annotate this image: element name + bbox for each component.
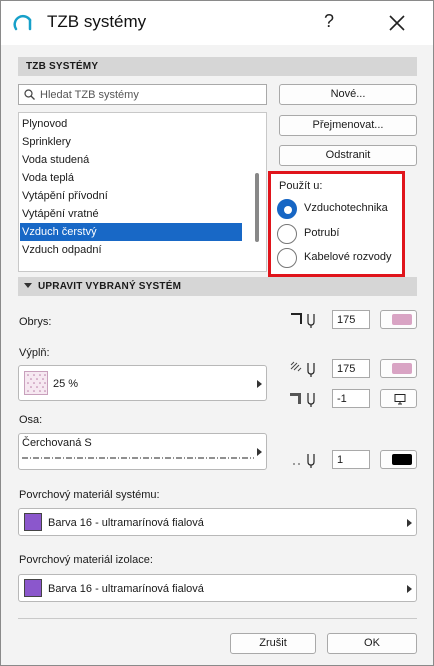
tzb-systems-dialog: TZB systémy ? TZB SYSTÉMY Nové... Přejme… <box>0 0 434 666</box>
use-in-group: Použít u: Vzduchotechnika Potrubí Kabelo… <box>268 171 405 277</box>
monitor-icon <box>394 394 406 405</box>
search-input[interactable] <box>40 88 260 102</box>
list-item[interactable]: Vytápění vratné <box>20 205 242 223</box>
chevron-right-icon <box>407 585 412 593</box>
fill-pattern-picker[interactable]: 25 % <box>18 365 267 401</box>
radio-label: Vzduchotechnika <box>304 202 388 214</box>
radio-button-checked[interactable] <box>277 199 297 219</box>
chevron-right-icon <box>257 380 262 388</box>
radio-label: Kabelové rozvody <box>304 251 392 263</box>
outline-label: Obrys: <box>19 316 52 328</box>
outline-pen-swatch <box>392 314 412 325</box>
fill-label: Výplň: <box>19 347 50 359</box>
search-icon <box>24 89 35 100</box>
surface-insulation-label: Povrchový materiál izolace: <box>19 554 153 566</box>
close-icon[interactable] <box>385 11 409 35</box>
list-scrollbar[interactable] <box>255 173 259 242</box>
surface-system-value: Barva 16 - ultramarínová fialová <box>48 517 204 529</box>
fill-foreground-color-button[interactable] <box>380 359 417 378</box>
systems-list[interactable]: Plynovod Sprinklery Voda studená Voda te… <box>18 112 267 272</box>
surface-insulation-value: Barva 16 - ultramarínová fialová <box>48 583 204 595</box>
radio-button[interactable] <box>277 248 297 268</box>
axis-pen-icon <box>293 454 315 468</box>
radio-label: Potrubí <box>304 227 340 239</box>
list-item[interactable]: Voda studená <box>20 151 242 169</box>
surface-insulation-picker[interactable]: Barva 16 - ultramarínová fialová <box>18 574 417 602</box>
axis-pen-swatch <box>392 454 412 465</box>
ok-button[interactable]: OK <box>327 633 417 654</box>
axis-pen-color-button[interactable] <box>380 450 417 469</box>
outline-pen-color-button[interactable] <box>380 310 417 329</box>
dialog-title: TZB systémy <box>47 12 147 31</box>
fill-foreground-pen-icon <box>290 361 315 377</box>
search-box[interactable] <box>18 84 267 105</box>
section-edit-title: UPRAVIT VYBRANÝ SYSTÉM <box>38 281 182 292</box>
list-item[interactable]: Plynovod <box>20 115 242 133</box>
dash-dot-line-preview <box>22 457 254 459</box>
list-item[interactable]: Sprinklery <box>20 133 242 151</box>
fill-foreground-swatch <box>392 363 412 374</box>
collapse-triangle-icon <box>24 283 32 288</box>
use-in-label: Použít u: <box>279 180 323 192</box>
title-bar: TZB systémy ? <box>1 1 433 45</box>
surface-insulation-swatch <box>24 579 42 597</box>
list-item[interactable]: Vzduch odpadní <box>20 241 242 259</box>
outline-pen-icon <box>291 313 315 328</box>
surface-system-swatch <box>24 513 42 531</box>
fill-pattern-value: 25 % <box>53 378 79 390</box>
axis-line-type-picker[interactable]: Čerchovaná S <box>18 433 267 470</box>
list-item[interactable]: Vytápění přívodní <box>20 187 242 205</box>
outline-pen-input[interactable]: 175 <box>332 310 370 329</box>
axis-line-type-value: Čerchovaná S <box>22 437 92 449</box>
footer-separator <box>18 618 417 619</box>
fill-background-pen-input[interactable]: -1 <box>332 389 370 408</box>
delete-button[interactable]: Odstranit <box>279 145 417 166</box>
fill-pattern-icon <box>24 371 48 395</box>
chevron-right-icon <box>407 519 412 527</box>
fill-background-pen-icon <box>290 393 315 407</box>
rename-button[interactable]: Přejmenovat... <box>279 115 417 136</box>
cancel-button[interactable]: Zrušit <box>230 633 316 654</box>
section-header-systems: TZB SYSTÉMY <box>18 57 417 76</box>
surface-system-label: Povrchový materiál systému: <box>19 489 160 501</box>
radio-button[interactable] <box>277 224 297 244</box>
axis-label: Osa: <box>19 414 43 426</box>
chevron-right-icon <box>257 448 262 456</box>
axis-pen-input[interactable]: 1 <box>332 450 370 469</box>
new-button[interactable]: Nové... <box>279 84 417 105</box>
list-item[interactable]: Voda teplá <box>20 169 242 187</box>
fill-foreground-pen-input[interactable]: 175 <box>332 359 370 378</box>
list-item-selected[interactable]: Vzduch čerstvý <box>20 223 242 241</box>
fill-background-button[interactable] <box>380 389 417 408</box>
surface-system-picker[interactable]: Barva 16 - ultramarínová fialová <box>18 508 417 536</box>
section-header-edit[interactable]: UPRAVIT VYBRANÝ SYSTÉM <box>18 277 417 296</box>
help-button[interactable]: ? <box>319 11 339 32</box>
app-arc-icon <box>13 15 32 31</box>
